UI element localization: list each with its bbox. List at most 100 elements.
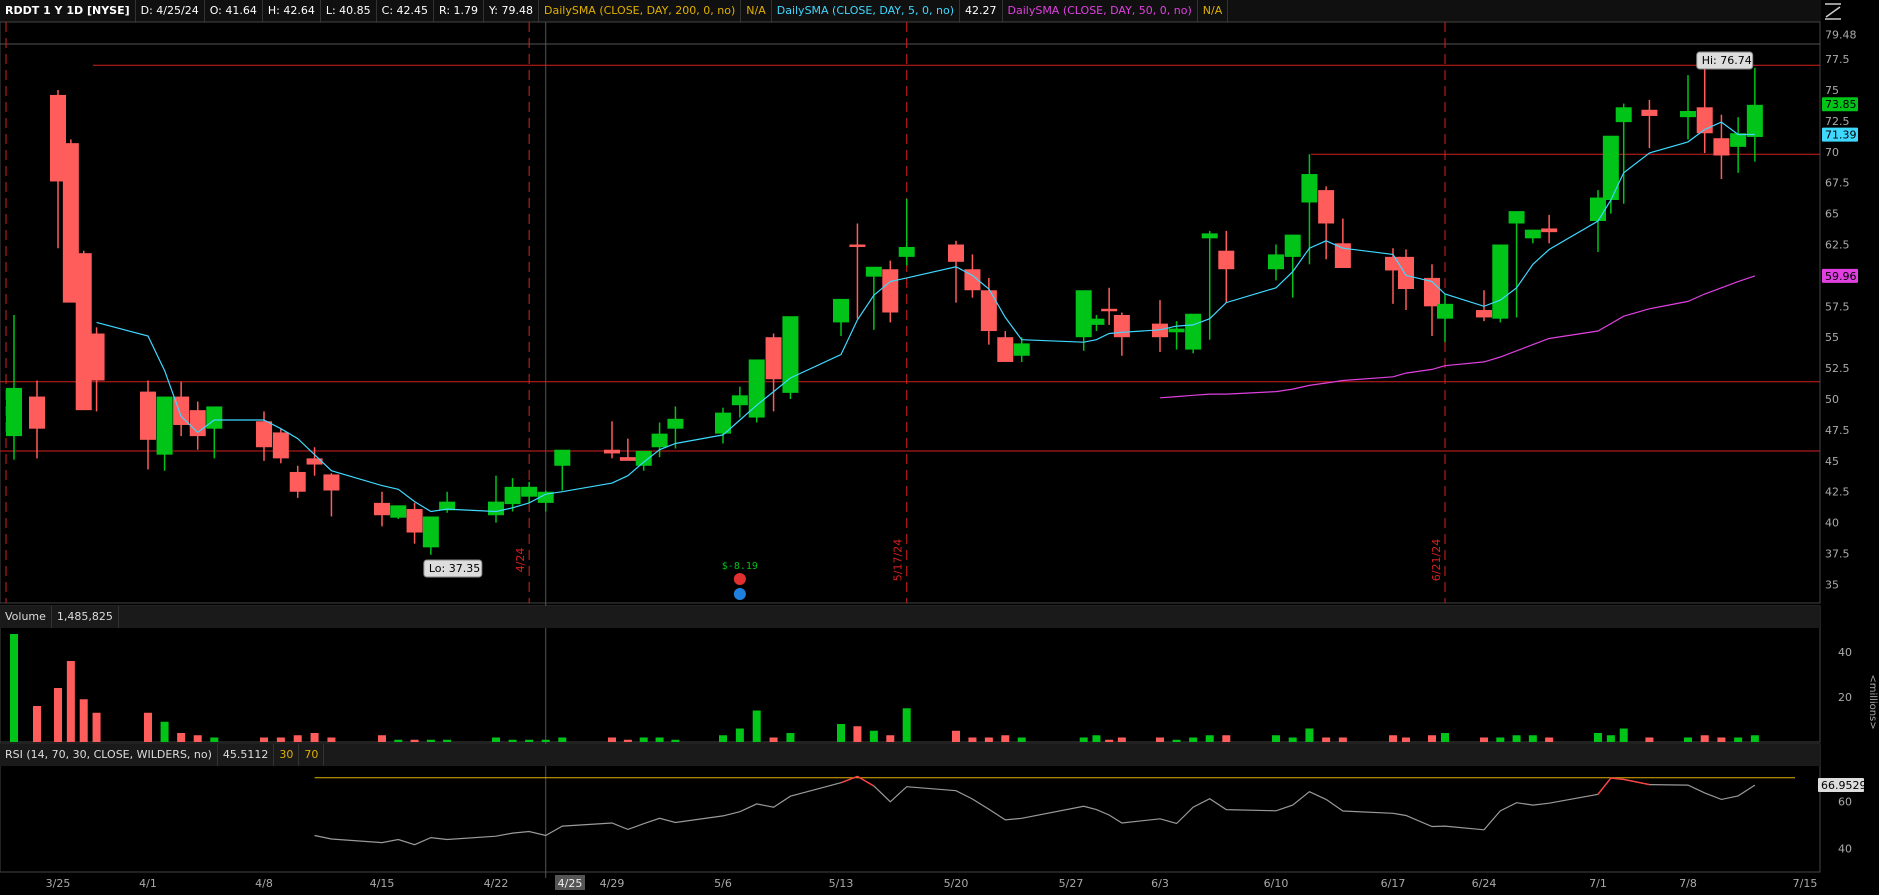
candle-body	[521, 486, 538, 497]
volume-bar	[66, 661, 75, 742]
candle-body	[1013, 343, 1030, 356]
x-tick-label: 7/8	[1679, 877, 1697, 890]
candle-body	[1524, 229, 1541, 239]
candle-body	[898, 246, 915, 257]
candle-body	[289, 471, 306, 492]
candle-body	[849, 244, 866, 247]
rsi-level-low: 30	[274, 744, 300, 766]
price-tick-label: 52.5	[1825, 362, 1850, 375]
rsi-title[interactable]: RSI (14, 70, 30, CLOSE, WILDERS, no)	[0, 744, 218, 766]
price-tick-label: 47.5	[1825, 424, 1850, 437]
volume-bar	[525, 739, 534, 742]
price-tick-label: 35	[1825, 578, 1839, 591]
volume-bar	[260, 737, 268, 742]
volume-bar	[492, 737, 500, 742]
volume-bar	[1205, 735, 1214, 742]
volume-bar	[1322, 737, 1331, 742]
x-tick-label: 5/27	[1059, 877, 1084, 890]
candle-body	[1284, 234, 1301, 257]
x-tick-label: 6/10	[1264, 877, 1289, 890]
candle-body	[422, 516, 439, 548]
candle-body	[765, 337, 782, 380]
candle-body	[88, 333, 105, 381]
dividend-icon	[733, 588, 746, 600]
candle-body	[1113, 314, 1130, 338]
volume-bar	[1105, 739, 1114, 742]
chart-window: RDDT 1 Y 1D [NYSE] D: 4/25/24 O: 41.64 H…	[0, 0, 1879, 895]
x-tick-label: 5/20	[944, 877, 969, 890]
candle-body	[833, 298, 849, 323]
candle-body	[406, 509, 423, 533]
x-tick-label: 7/15	[1793, 877, 1818, 890]
candle	[272, 428, 289, 464]
candle-body	[1075, 290, 1092, 338]
event-vline-label: 4/24	[514, 548, 527, 573]
sma50-price-tag: 59.96	[1825, 270, 1857, 283]
candle-body	[948, 244, 964, 262]
candle-body	[390, 505, 407, 518]
candle-body	[1602, 135, 1619, 201]
x-tick-label: 4/29	[600, 877, 625, 890]
rsi-tick-label: 40	[1838, 842, 1852, 855]
candle-body	[504, 486, 521, 505]
candle-body	[1268, 254, 1284, 270]
volume-panel-header: Volume 1,485,825	[0, 606, 1820, 628]
volume-bar	[541, 739, 550, 742]
candle-body	[604, 449, 620, 454]
volume-bar	[1092, 735, 1101, 742]
volume-bar	[1606, 735, 1615, 742]
x-tick-label: 5/13	[829, 877, 854, 890]
volume-bar	[1619, 728, 1628, 742]
volume-bar	[1338, 737, 1347, 742]
rsi-value-tag: 66.9529	[1821, 779, 1867, 792]
volume-bar	[144, 712, 152, 742]
last-price-tag: 73.85	[1825, 98, 1857, 111]
rsi-value: 45.5112	[218, 744, 275, 766]
volume-bar	[968, 737, 977, 742]
x-tick-label: 4/8	[255, 877, 273, 890]
volume-bar	[1750, 735, 1759, 742]
volume-bar	[1528, 735, 1537, 742]
price-tick-label: 62.5	[1825, 239, 1850, 252]
candle-body	[651, 433, 668, 448]
candle	[1492, 244, 1509, 323]
candle-body	[1590, 197, 1606, 222]
candle-body	[997, 337, 1014, 362]
price-tick-label: 77.5	[1825, 53, 1850, 66]
volume-bar	[193, 735, 202, 742]
volume-unit-label: <millions>	[1867, 674, 1878, 729]
volume-bar	[1117, 737, 1126, 742]
volume-bar	[1189, 737, 1198, 742]
volume-bar	[1305, 728, 1314, 742]
volume-bar	[752, 710, 761, 742]
candle-body	[667, 418, 684, 429]
volume-bar	[886, 735, 895, 742]
volume-bar	[177, 733, 186, 742]
candle-body	[488, 501, 504, 516]
earnings-icon	[733, 573, 746, 585]
candle-body	[882, 269, 899, 313]
x-tick-label: 6/3	[1151, 877, 1169, 890]
volume-bar	[1441, 733, 1449, 742]
volume-bar	[1402, 737, 1410, 742]
volume-bar	[92, 712, 101, 742]
volume-bar	[410, 739, 419, 742]
event-vline-label: 5/17/24	[892, 539, 905, 581]
volume-bar	[1512, 735, 1521, 742]
volume-title[interactable]: Volume	[0, 606, 52, 628]
candle-body	[1713, 138, 1730, 156]
candle-body	[1185, 313, 1202, 350]
candle-body	[865, 266, 882, 277]
volume-bar	[1172, 739, 1181, 742]
volume-bar	[1700, 735, 1709, 742]
volume-bar	[1734, 737, 1743, 742]
candle-body	[1492, 244, 1509, 319]
volume-bar	[10, 634, 18, 742]
candle	[782, 316, 799, 400]
volume-tick-label: 40	[1838, 646, 1852, 659]
price-tick-label: 72.5	[1825, 115, 1850, 128]
candle-body	[1641, 109, 1658, 116]
volume-bar	[1480, 737, 1488, 742]
candle-body	[1541, 228, 1558, 233]
candle-body	[980, 290, 997, 332]
